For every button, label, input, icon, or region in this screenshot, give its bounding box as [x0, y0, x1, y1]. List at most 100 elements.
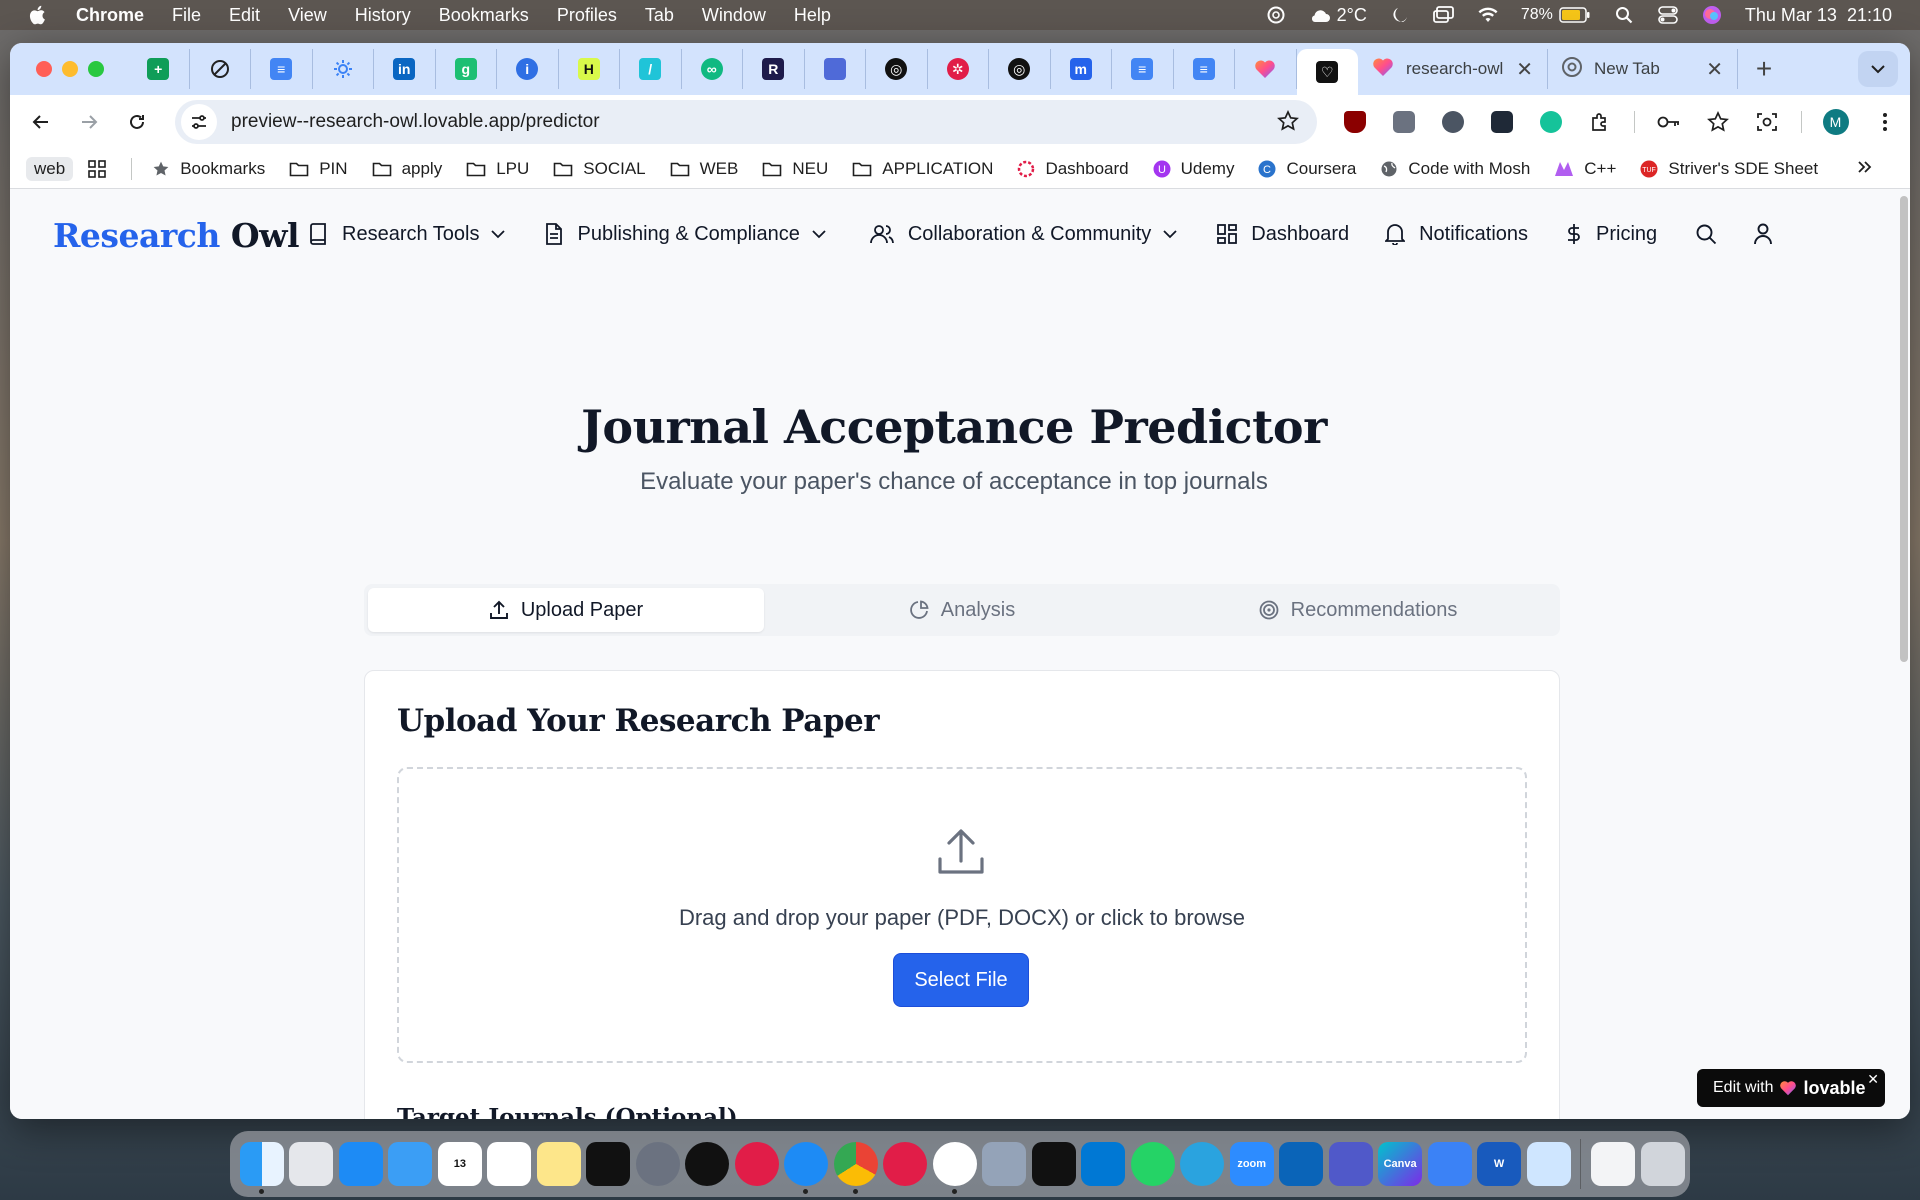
close-badge-icon[interactable]: ✕ — [1867, 1071, 1879, 1088]
site-logo[interactable]: Research Owl — [53, 216, 300, 255]
file-dropzone[interactable]: Drag and drop your paper (PDF, DOCX) or … — [397, 767, 1527, 1063]
tab-research-owl[interactable]: research-owl ✕ — [1358, 49, 1548, 89]
pinned-tab[interactable]: ◎ — [866, 49, 928, 89]
chrome-menu-icon[interactable] — [1860, 103, 1909, 141]
chatgpt-dock-icon[interactable] — [685, 1142, 730, 1186]
menu-edit[interactable]: Edit — [229, 5, 260, 26]
youtube-music-icon[interactable] — [734, 1142, 779, 1186]
tab-new-tab[interactable]: New Tab ✕ — [1548, 49, 1738, 89]
more-bookmarks-chevron-icon[interactable] — [1856, 158, 1874, 181]
pinned-tab[interactable] — [1235, 49, 1297, 89]
chatgpt-icon[interactable] — [1265, 4, 1287, 26]
pinned-tab-active[interactable]: ♡ — [1296, 49, 1358, 95]
bookmark-folder-web[interactable]: WEB — [670, 159, 738, 179]
close-tab-icon[interactable]: ✕ — [1516, 57, 1533, 82]
new-tab-button[interactable]: + — [1744, 49, 1784, 89]
menu-profiles[interactable]: Profiles — [557, 5, 617, 26]
reading-list-star-icon[interactable] — [1693, 103, 1742, 141]
utility-app-icon[interactable] — [1526, 1142, 1571, 1186]
chrome-dock-icon[interactable] — [833, 1142, 878, 1194]
reload-button[interactable] — [114, 99, 160, 145]
bookmark-coursera[interactable]: C Coursera — [1258, 159, 1356, 179]
teams-icon[interactable] — [1328, 1142, 1373, 1186]
user-profile-icon[interactable] — [1753, 223, 1773, 245]
bookmark-folder-neu[interactable]: NEU — [762, 159, 828, 179]
scrollbar-thumb[interactable] — [1900, 196, 1908, 662]
bookmark-folder-pin[interactable]: PIN — [289, 159, 348, 179]
system-settings-icon[interactable] — [635, 1142, 680, 1186]
outlook-icon[interactable] — [1279, 1142, 1324, 1186]
moon-icon[interactable] — [1389, 4, 1411, 26]
forward-button[interactable] — [66, 99, 112, 145]
close-window-button[interactable] — [36, 61, 52, 77]
cursor-extension-icon[interactable] — [1428, 103, 1477, 141]
bookmark-item-bookmarks[interactable]: Bookmarks — [152, 159, 265, 179]
bookmark-folder-application[interactable]: APPLICATION — [852, 159, 993, 179]
menu-history[interactable]: History — [355, 5, 411, 26]
password-key-icon[interactable] — [1644, 103, 1693, 141]
cloud-app-icon[interactable] — [1427, 1142, 1472, 1186]
bookmark-udemy[interactable]: U Udemy — [1153, 159, 1234, 179]
profile-avatar[interactable]: M — [1811, 103, 1860, 141]
opera-icon[interactable] — [883, 1142, 928, 1186]
pinned-tab[interactable]: ◎ — [989, 49, 1051, 89]
bookmark-folder-apply[interactable]: apply — [372, 159, 442, 179]
telegram-icon[interactable] — [1180, 1142, 1225, 1186]
pinned-tab[interactable]: m — [1051, 49, 1112, 89]
pinned-tab[interactable]: / — [620, 49, 682, 89]
bookmark-web[interactable]: web — [26, 156, 74, 181]
menubar-clock[interactable]: Thu Mar 13 21:10 — [1745, 5, 1892, 26]
select-file-button[interactable]: Select File — [893, 953, 1029, 1007]
nav-collaboration-community[interactable]: Collaboration & Community — [869, 223, 1177, 246]
mail-icon[interactable] — [388, 1142, 433, 1186]
control-center-icon[interactable] — [1657, 4, 1679, 26]
menu-app-name[interactable]: Chrome — [76, 5, 144, 26]
wifi-icon[interactable] — [1477, 4, 1499, 26]
pinned-tab[interactable]: ≡ — [251, 49, 313, 89]
menu-file[interactable]: File — [172, 5, 201, 26]
site-search-icon[interactable] — [1695, 223, 1717, 245]
tab-search-button[interactable] — [1858, 51, 1898, 87]
downloads-stack-icon[interactable] — [1591, 1142, 1636, 1186]
pinned-tab[interactable]: ≡ — [1174, 49, 1235, 89]
tab-analysis[interactable]: Analysis — [764, 588, 1160, 632]
bookmark-folder-lpu[interactable]: LPU — [466, 159, 529, 179]
pinned-tab[interactable]: in — [374, 49, 436, 89]
zoom-icon[interactable]: zoom — [1229, 1142, 1274, 1186]
bookmark-folder-social[interactable]: SOCIAL — [553, 159, 646, 179]
launchpad-icon[interactable] — [289, 1142, 334, 1186]
nav-notifications[interactable]: Notifications — [1385, 223, 1528, 246]
pinned-tab[interactable]: g — [436, 49, 497, 89]
nav-pricing[interactable]: Pricing — [1566, 223, 1657, 246]
pinned-tab[interactable]: ≡ — [1112, 49, 1174, 89]
menu-window[interactable]: Window — [702, 5, 766, 26]
vscode-icon[interactable] — [1081, 1142, 1126, 1186]
nav-dashboard[interactable]: Dashboard — [1217, 223, 1349, 246]
safari-icon[interactable] — [784, 1142, 829, 1194]
openai-dock-icon[interactable] — [932, 1142, 977, 1194]
word-icon[interactable]: W — [1477, 1142, 1522, 1186]
reminders-icon[interactable] — [487, 1142, 532, 1186]
bookmark-code-with-mosh[interactable]: Code with Mosh — [1380, 159, 1530, 179]
spotlight-search-icon[interactable] — [1613, 4, 1635, 26]
bookmark-star-icon[interactable] — [1277, 109, 1299, 137]
whatsapp-icon[interactable] — [1130, 1142, 1175, 1186]
pinned-tab[interactable]: H — [559, 49, 620, 89]
bookmark-cpp[interactable]: C++ — [1554, 159, 1616, 179]
activity-monitor-icon[interactable] — [586, 1142, 631, 1186]
ublock-icon[interactable] — [1330, 103, 1379, 141]
minimize-window-button[interactable] — [62, 61, 78, 77]
bookmark-strivers-sheet[interactable]: TUF Striver's SDE Sheet — [1640, 159, 1818, 179]
tab-recommendations[interactable]: Recommendations — [1160, 588, 1556, 632]
back-button[interactable] — [18, 99, 64, 145]
pinned-tab[interactable]: ✲ — [928, 49, 989, 89]
url-text[interactable]: preview--research-owl.lovable.app/predic… — [231, 111, 600, 133]
pinned-tab[interactable]: ∞ — [682, 49, 743, 89]
app-store-icon[interactable] — [338, 1142, 383, 1186]
apple-icon[interactable] — [28, 4, 50, 26]
pinned-tab[interactable]: + — [128, 49, 190, 89]
notes-icon[interactable] — [536, 1142, 581, 1186]
pinned-tab[interactable]: R — [743, 49, 805, 89]
tab-upload-paper[interactable]: Upload Paper — [368, 588, 764, 632]
battery-status[interactable]: 78% — [1521, 6, 1591, 24]
